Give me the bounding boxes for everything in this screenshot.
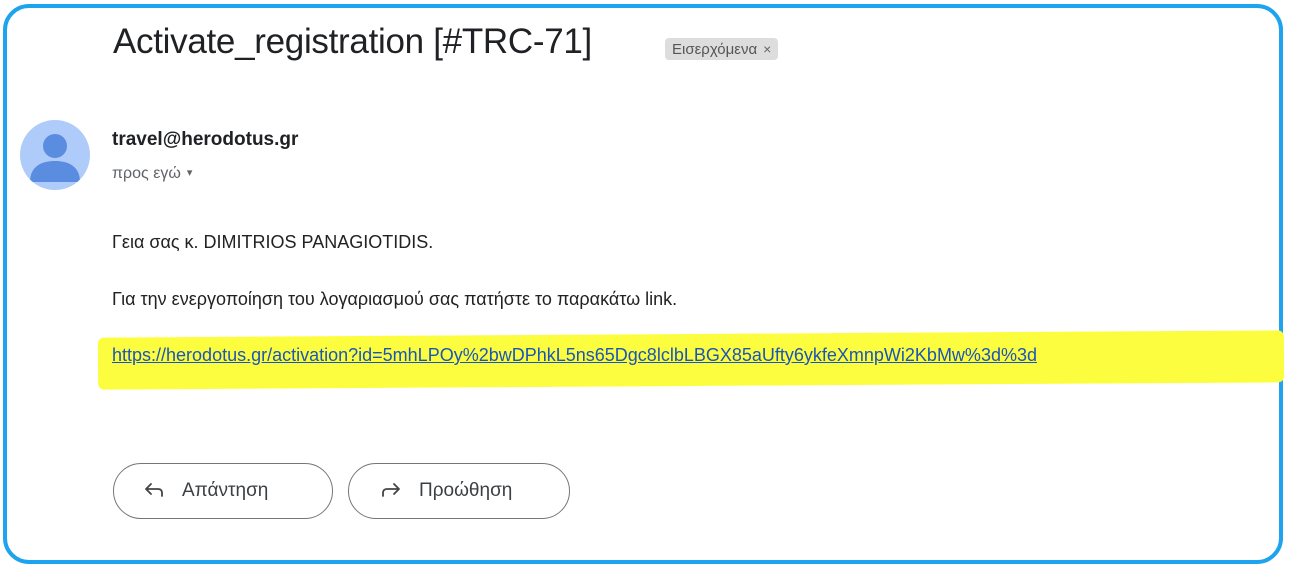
- instruction-text: Για την ενεργοποίηση του λογαριασμού σας…: [112, 289, 678, 309]
- recipient-details-chevron-icon[interactable]: ▾: [187, 167, 193, 179]
- reply-button-label: Απάντηση: [182, 480, 269, 501]
- inbox-label-text: Εισερχόμενα: [672, 41, 758, 58]
- forward-button[interactable]: Προώθηση: [348, 463, 570, 519]
- inbox-label-chip[interactable]: Εισερχόμενα ×: [665, 38, 779, 60]
- person-icon: [30, 134, 80, 182]
- sender-address[interactable]: travel@herodotus.gr: [112, 129, 298, 151]
- reply-button[interactable]: Απάντηση: [113, 463, 333, 519]
- recipient-line: προς εγώ ▾: [112, 165, 192, 183]
- reply-arrow-icon: [144, 480, 164, 502]
- remove-label-icon[interactable]: ×: [763, 41, 771, 57]
- forward-arrow-icon: [381, 480, 401, 502]
- sender-avatar[interactable]: [20, 120, 90, 190]
- email-subject: Activate_registration [#TRC-71]: [113, 22, 592, 61]
- recipient-text: προς εγώ: [112, 165, 181, 182]
- activation-link[interactable]: https://herodotus.gr/activation?id=5mhLP…: [112, 345, 1037, 366]
- greeting-text: Γεια σας κ. DIMITRIOS PANAGIOTIDIS.: [112, 232, 434, 252]
- forward-button-label: Προώθηση: [419, 480, 513, 501]
